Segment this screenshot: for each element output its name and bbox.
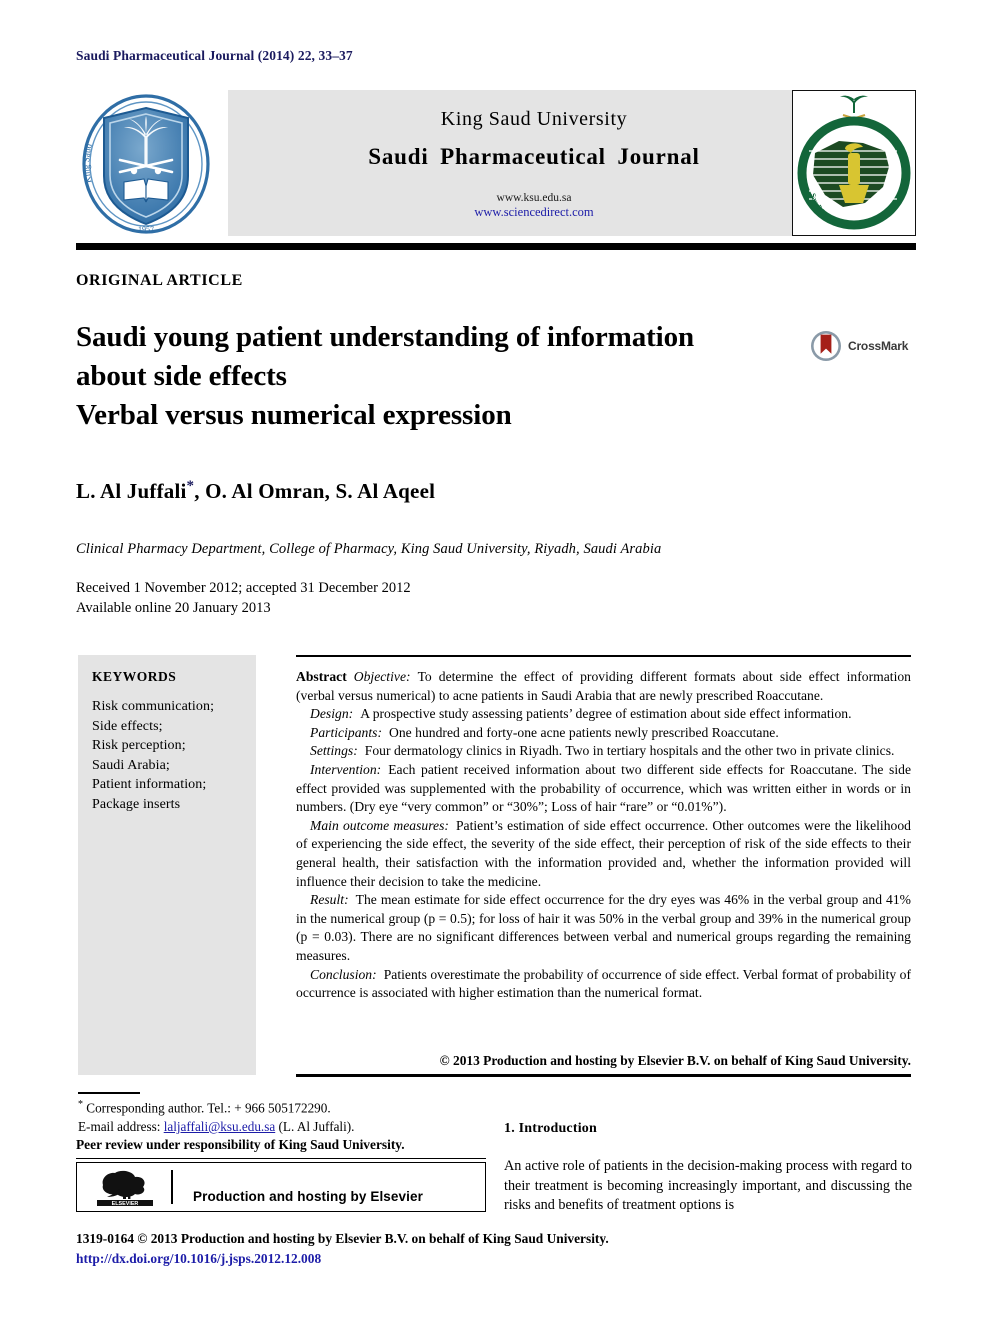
- abstract-section-text: Each patient received information about …: [296, 761, 911, 815]
- keyword-item: Saudi Arabia;: [92, 757, 170, 773]
- abstract-label: Abstract: [296, 669, 347, 684]
- journal-url-sciencedirect[interactable]: www.sciencedirect.com: [228, 205, 840, 220]
- introduction-body: An active role of patients in the decisi…: [504, 1157, 912, 1216]
- corresponding-author-text: Corresponding author. Tel.: + 966 505172…: [86, 1100, 331, 1116]
- svg-text:1957: 1957: [138, 225, 154, 234]
- abstract-section-text: The mean estimate for side effect occurr…: [296, 892, 911, 963]
- article-page: Saudi Pharmaceutical Journal (2014) 22, …: [0, 0, 992, 1323]
- email-note: E-mail address: laljaffali@ksu.edu.sa (L…: [78, 1118, 478, 1137]
- publication-dates: Received 1 November 2012; accepted 31 De…: [76, 578, 411, 618]
- doi-link[interactable]: http://dx.doi.org/10.1016/j.jsps.2012.12…: [76, 1251, 321, 1267]
- abstract-settings: Settings: Four dermatology clinics in Riy…: [296, 742, 911, 761]
- abstract-section-text: One hundred and forty-one acne patients …: [389, 724, 779, 740]
- issn-copyright-line: 1319-0164 © 2013 Production and hosting …: [76, 1231, 609, 1246]
- abstract-bottom-rule: [296, 1074, 911, 1078]
- crossmark-badge[interactable]: CrossMark: [810, 330, 910, 364]
- elsevier-production-text: Production and hosting by Elsevier: [193, 1189, 423, 1204]
- svg-text:King Saud University: King Saud University: [76, 92, 94, 184]
- title-line-3: Verbal versus numerical expression: [76, 399, 512, 431]
- journal-header-band: King Saud University 1957 King Saud Univ…: [73, 84, 916, 238]
- abstract-objective: Abstract Objective: To determine the effec…: [296, 668, 911, 705]
- author-corresponding: L. Al Juffali: [76, 479, 187, 503]
- abstract-conclusion: Conclusion: Patients overestimate the pro…: [296, 966, 911, 1003]
- keyword-item: Patient information;: [92, 777, 207, 792]
- keyword-item: Risk perception;: [92, 738, 186, 753]
- keywords-heading: KEYWORDS: [92, 669, 177, 684]
- keyword-item: Side effects;: [92, 718, 163, 734]
- keywords-list: Risk communication; Side effects; Risk p…: [92, 697, 214, 814]
- introduction-paragraph: An active role of patients in the decisi…: [504, 1158, 912, 1214]
- king-saud-university-seal-icon: King Saud University 1957: [73, 84, 216, 236]
- author-others: , O. Al Omran, S. Al Aqeel: [194, 479, 436, 503]
- abstract-intervention: Intervention: Each patient received infor…: [296, 761, 911, 817]
- saudi-pharmaceutical-society-emblem-icon: Saudi Pharmaceutical Society: [792, 90, 916, 236]
- footnote-separator-rule: [76, 1158, 486, 1160]
- abstract-section-text: Four dermatology clinics in Riyadh. Two …: [364, 743, 895, 759]
- journal-url-ksu[interactable]: www.ksu.edu.sa: [228, 192, 840, 204]
- page-title: Saudi young patient understanding of inf…: [76, 318, 796, 435]
- title-line-1: Saudi young patient understanding of inf…: [76, 321, 695, 353]
- svg-text:ELSEVIER: ELSEVIER: [112, 1201, 139, 1207]
- available-online-date: Available online 20 January 2013: [76, 600, 271, 616]
- abstract-section-label: Design:: [310, 706, 354, 722]
- footnote-rule: [78, 1092, 140, 1094]
- received-date: Received 1 November 2012; accepted 31 De…: [76, 580, 411, 596]
- abstract-participants: Participants: One hundred and forty-one a…: [296, 724, 911, 743]
- email-link[interactable]: laljaffali@ksu.edu.sa: [164, 1119, 276, 1134]
- keyword-item: Package inserts: [92, 796, 181, 812]
- abstract-section-label: Result:: [310, 892, 349, 908]
- article-type-label: ORIGINAL ARTICLE: [76, 272, 243, 289]
- journal-name: Saudi Pharmaceutical Journal: [368, 144, 700, 169]
- journal-title-panel: King Saud University Saudi Pharmaceutica…: [228, 90, 840, 236]
- section-heading-introduction: 1. Introduction: [504, 1121, 597, 1136]
- footnote-block: * Corresponding author. Tel.: + 966 5051…: [78, 1096, 478, 1136]
- email-owner: (L. Al Juffali).: [278, 1118, 355, 1134]
- abstract-section-label: Objective:: [353, 669, 411, 684]
- abstract: Abstract Objective: To determine the effec…: [296, 668, 911, 1003]
- crossmark-icon[interactable]: [810, 330, 842, 362]
- abstract-design: Design: A prospective study assessing pat…: [296, 705, 911, 724]
- running-head: Saudi Pharmaceutical Journal (2014) 22, …: [76, 48, 353, 63]
- title-line-2: about side effects: [76, 360, 287, 392]
- abstract-section-label: Participants:: [310, 724, 382, 740]
- email-label: E-mail address:: [78, 1118, 161, 1134]
- abstract-section-label: Conclusion:: [310, 966, 377, 982]
- author-list: L. Al Juffali*, O. Al Omran, S. Al Aqeel: [76, 478, 435, 504]
- elsevier-tree-logo-icon: ELSEVIER: [95, 1169, 157, 1207]
- footnote-star-marker: *: [78, 1099, 83, 1110]
- header-divider-rule: [76, 243, 916, 250]
- affiliation: Clinical Pharmacy Department, College of…: [76, 541, 662, 557]
- abstract-section-label: Intervention:: [310, 761, 382, 777]
- abstract-section-label: Settings:: [310, 743, 358, 759]
- publisher-university-name: King Saud University: [440, 108, 628, 130]
- abstract-top-rule: [296, 655, 911, 657]
- abstract-result: Result: The mean estimate for side effect…: [296, 891, 911, 965]
- crossmark-label: CrossMark: [848, 339, 909, 353]
- abstract-copyright: © 2013 Production and hosting by Elsevie…: [439, 1053, 911, 1068]
- abstract-section-text: A prospective study assessing patients’ …: [360, 706, 852, 722]
- corresponding-author-note: * Corresponding author. Tel.: + 966 5051…: [78, 1096, 478, 1118]
- abstract-section-text: Patients overestimate the probability of…: [296, 966, 911, 1001]
- keyword-item: Risk communication;: [92, 699, 215, 714]
- abstract-main-outcome-measures: Main outcome measures: Patient’s estimati…: [296, 817, 911, 891]
- abstract-section-label: Main outcome measures:: [310, 817, 449, 833]
- elsevier-production-box: ELSEVIER Production and hosting by Elsev…: [76, 1162, 486, 1212]
- peer-review-note: Peer review under responsibility of King…: [76, 1137, 405, 1152]
- elsevier-box-divider: [171, 1170, 173, 1204]
- keywords-box: KEYWORDS Risk communication; Side effect…: [78, 655, 256, 1075]
